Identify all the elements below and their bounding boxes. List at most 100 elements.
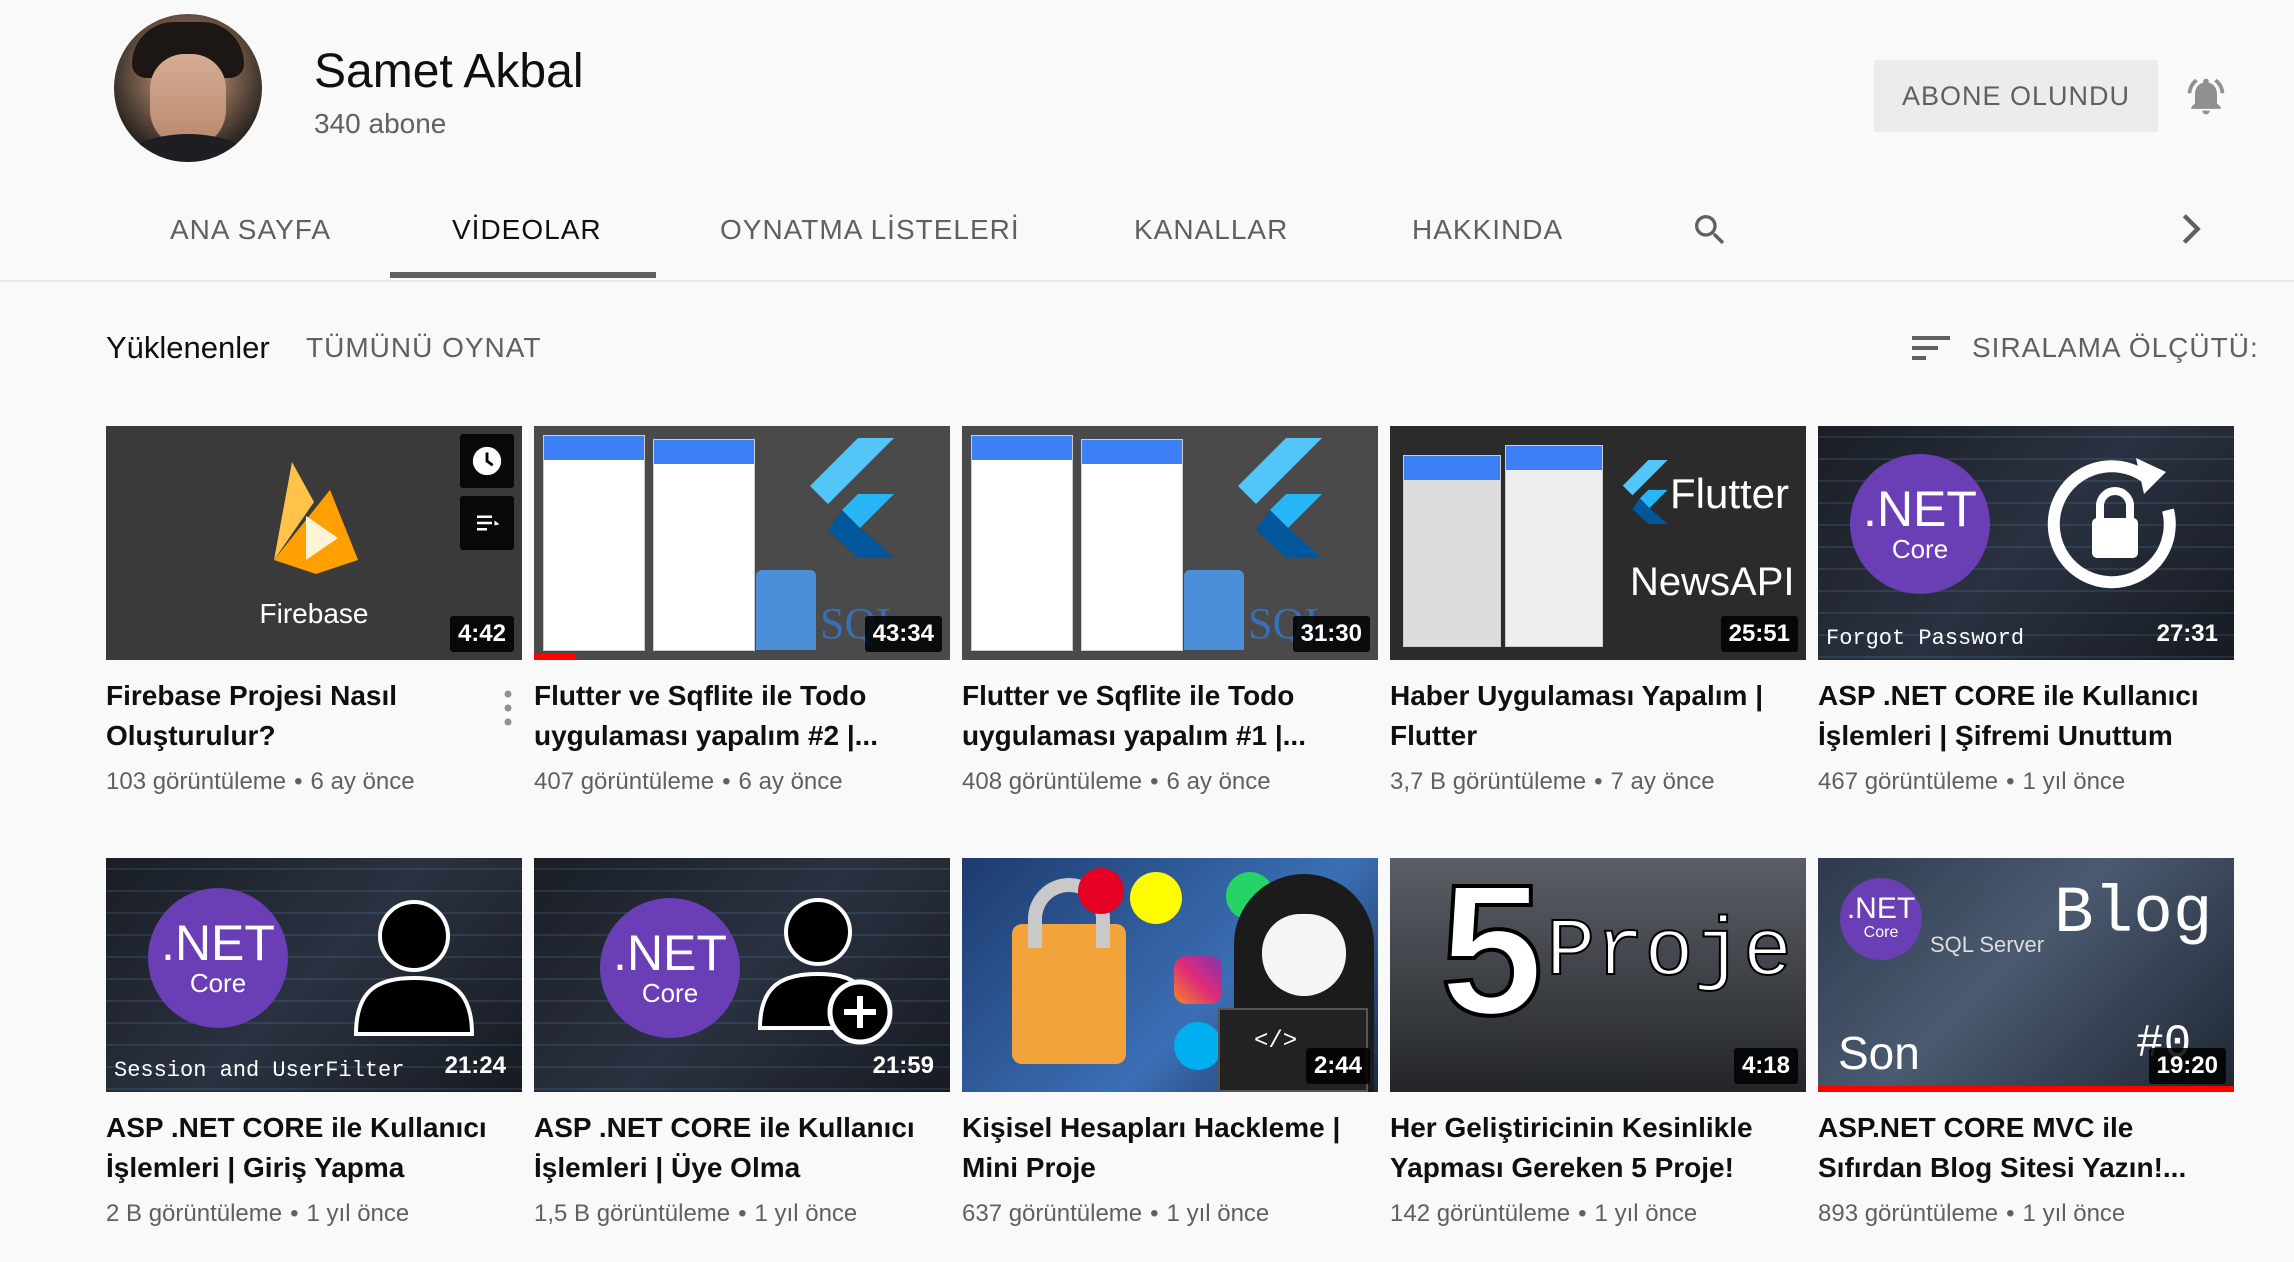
add-user-icon — [757, 898, 893, 1045]
upload-age: 6 ay önce — [1166, 768, 1271, 795]
video-thumbnail[interactable]: </> 2:44 — [962, 858, 1378, 1092]
shelf-title: Yüklenenler — [106, 330, 270, 365]
video-thumbnail[interactable]: SQL 31:30 — [962, 426, 1378, 660]
chevron-right-icon[interactable] — [2180, 214, 2202, 244]
video-duration: 25:51 — [1720, 616, 1798, 652]
search-icon[interactable] — [1690, 210, 1730, 250]
video-duration: 4:18 — [1733, 1048, 1798, 1084]
notification-bell-icon[interactable] — [2184, 72, 2228, 120]
skype-icon — [1174, 1022, 1222, 1070]
upload-age: 1 yıl önce — [1594, 1200, 1698, 1227]
logo-big-text: .NET — [161, 915, 275, 971]
add-to-queue-icon[interactable] — [460, 496, 514, 550]
snapchat-icon — [1130, 872, 1182, 924]
view-count: 1,5 B görüntüleme — [534, 1200, 731, 1227]
channel-avatar[interactable] — [114, 14, 262, 162]
video-title[interactable]: ASP .NET CORE ile Kullanıcı İşlemleri | … — [106, 1108, 506, 1188]
video-title[interactable]: ASP.NET CORE MVC ile Sıfırdan Blog Sites… — [1818, 1108, 2218, 1188]
subscribed-button[interactable]: ABONE OLUNDU — [1874, 60, 2158, 132]
channel-name: Samet Akbal — [314, 45, 584, 98]
video-card[interactable]: </> 2:44 Kişisel Hesapları Hackleme | Mi… — [962, 858, 1378, 1228]
video-metadata: 893 görüntüleme • 1 yıl önce — [1818, 1200, 2126, 1227]
video-metadata: 407 görüntüleme • 6 ay önce — [534, 768, 843, 795]
more-options-icon[interactable] — [502, 688, 514, 728]
video-duration: 43:34 — [864, 616, 942, 652]
video-thumbnail[interactable]: .NET Core 21:59 — [534, 858, 950, 1092]
instagram-icon — [1174, 956, 1222, 1004]
upload-age: 1 yıl önce — [306, 1200, 410, 1227]
upload-age: 6 ay önce — [738, 768, 843, 795]
tab-channels[interactable]: KANALLAR — [1134, 212, 1288, 278]
video-card[interactable]: SQL 31:30 Flutter ve Sqflite ile Todo uy… — [962, 426, 1378, 796]
video-thumbnail[interactable]: Flutter NewsAPI 25:51 — [1390, 426, 1806, 660]
video-metadata: 467 görüntüleme • 1 yıl önce — [1818, 768, 2126, 795]
view-count: 408 görüntüleme — [962, 768, 1143, 795]
view-count: 3,7 B görüntüleme — [1390, 768, 1587, 795]
video-thumbnail[interactable]: .NET Core Session and UserFilter 21:24 — [106, 858, 522, 1092]
thumbnail-label: Son — [1838, 1027, 1920, 1079]
video-title[interactable]: Her Geliştiricinin Kesinlikle Yapması Ge… — [1390, 1108, 1790, 1188]
video-duration: 21:24 — [444, 1052, 506, 1079]
video-title[interactable]: Firebase Projesi Nasıl Oluşturulur? — [106, 676, 506, 756]
upload-age: 7 ay önce — [1610, 768, 1715, 795]
video-card[interactable]: .NET Core Session and UserFilter 21:24 A… — [106, 858, 522, 1228]
view-count: 142 görüntüleme — [1390, 1200, 1571, 1227]
video-card[interactable]: Flutter NewsAPI 25:51 Haber Uygulaması Y… — [1390, 426, 1806, 796]
thumbnail-text: Blog — [2054, 876, 2213, 951]
watch-progress-bar — [1818, 1086, 2234, 1092]
thumbnail-text: Flutter — [1670, 470, 1790, 517]
video-thumbnail[interactable]: 5 Proje 4:18 — [1390, 858, 1806, 1092]
video-card[interactable]: Firebase 4:42 Firebase Projesi Nasıl Olu… — [106, 426, 522, 796]
video-card[interactable]: 5 Proje 4:18 Her Geliştiricinin Kesinlik… — [1390, 858, 1806, 1228]
video-metadata: 103 görüntüleme • 6 ay önce — [106, 768, 415, 795]
watch-later-icon[interactable] — [460, 434, 514, 488]
database-icon — [1184, 570, 1244, 650]
channel-tabs: ANA SAYFA VİDEOLAR OYNATMA LİSTELERİ KAN… — [0, 200, 2294, 280]
thumbnail-text: Session and UserFilter — [114, 1058, 405, 1083]
logo-big-text: .NET — [1863, 481, 1977, 537]
video-duration: 19:20 — [2148, 1048, 2226, 1084]
video-duration: 2:44 — [1305, 1048, 1370, 1084]
logo-small-text: Core — [189, 968, 247, 998]
dotnet-core-logo: .NET Core — [148, 888, 288, 1028]
thumbnail-text: Proje — [1545, 906, 1793, 999]
sort-menu[interactable]: SIRALAMA ÖLÇÜTÜ: — [1912, 326, 2259, 370]
tab-about[interactable]: HAKKINDA — [1412, 212, 1563, 278]
tab-videos[interactable]: VİDEOLAR — [452, 212, 602, 278]
database-icon — [756, 570, 816, 650]
sort-icon — [1912, 336, 1950, 360]
view-count: 407 görüntüleme — [534, 768, 715, 795]
dotnet-core-logo: .NET Core — [1840, 878, 1922, 960]
video-title[interactable]: Haber Uygulaması Yapalım | Flutter — [1390, 676, 1790, 756]
video-duration: 21:59 — [872, 1052, 934, 1079]
video-title[interactable]: ASP .NET CORE ile Kullanıcı İşlemleri | … — [1818, 676, 2218, 756]
video-card[interactable]: .NET Core Forgot Password 27:31 ASP .NET… — [1818, 426, 2234, 796]
video-title[interactable]: Flutter ve Sqflite ile Todo uygulaması y… — [962, 676, 1362, 756]
flutter-logo-icon — [810, 438, 894, 558]
video-title[interactable]: ASP .NET CORE ile Kullanıcı İşlemleri | … — [534, 1108, 934, 1188]
video-thumbnail[interactable]: .NET Core Forgot Password 27:31 — [1818, 426, 2234, 660]
video-thumbnail[interactable]: .NET Core SQL Server Blog Son #0 19:20 — [1818, 858, 2234, 1092]
video-card[interactable]: SQL 43:34 Flutter ve Sqflite ile Todo uy… — [534, 426, 950, 796]
video-thumbnail[interactable]: Firebase 4:42 — [106, 426, 522, 660]
video-title[interactable]: Flutter ve Sqflite ile Todo uygulaması y… — [534, 676, 934, 756]
view-count: 103 görüntüleme — [106, 768, 287, 795]
logo-small-text: Core — [1891, 534, 1949, 564]
tab-home[interactable]: ANA SAYFA — [170, 212, 331, 278]
video-duration: 4:42 — [449, 616, 514, 652]
flutter-logo-icon — [1622, 460, 1668, 524]
video-metadata: 2 B görüntüleme • 1 yıl önce — [106, 1200, 410, 1227]
video-title[interactable]: Kişisel Hesapları Hackleme | Mini Proje — [962, 1108, 1362, 1188]
active-tab-indicator — [390, 272, 656, 278]
video-card[interactable]: .NET Core 21:59 ASP .NET CORE ile Kullan… — [534, 858, 950, 1228]
watch-progress-bar — [534, 654, 576, 660]
tab-playlists[interactable]: OYNATMA LİSTELERİ — [720, 212, 1020, 278]
video-metadata: 3,7 B görüntüleme • 7 ay önce — [1390, 768, 1715, 795]
thumbnail-subtext: SQL Server — [1930, 932, 2045, 957]
video-card[interactable]: .NET Core SQL Server Blog Son #0 19:20 A… — [1818, 858, 2234, 1228]
channel-header: Samet Akbal 340 abone ABONE OLUNDU ANA S… — [0, 0, 2294, 280]
pinterest-icon — [1078, 868, 1124, 914]
play-all-link[interactable]: TÜMÜNÜ OYNAT — [306, 332, 541, 364]
video-thumbnail[interactable]: SQL 43:34 — [534, 426, 950, 660]
user-icon — [353, 900, 475, 1036]
